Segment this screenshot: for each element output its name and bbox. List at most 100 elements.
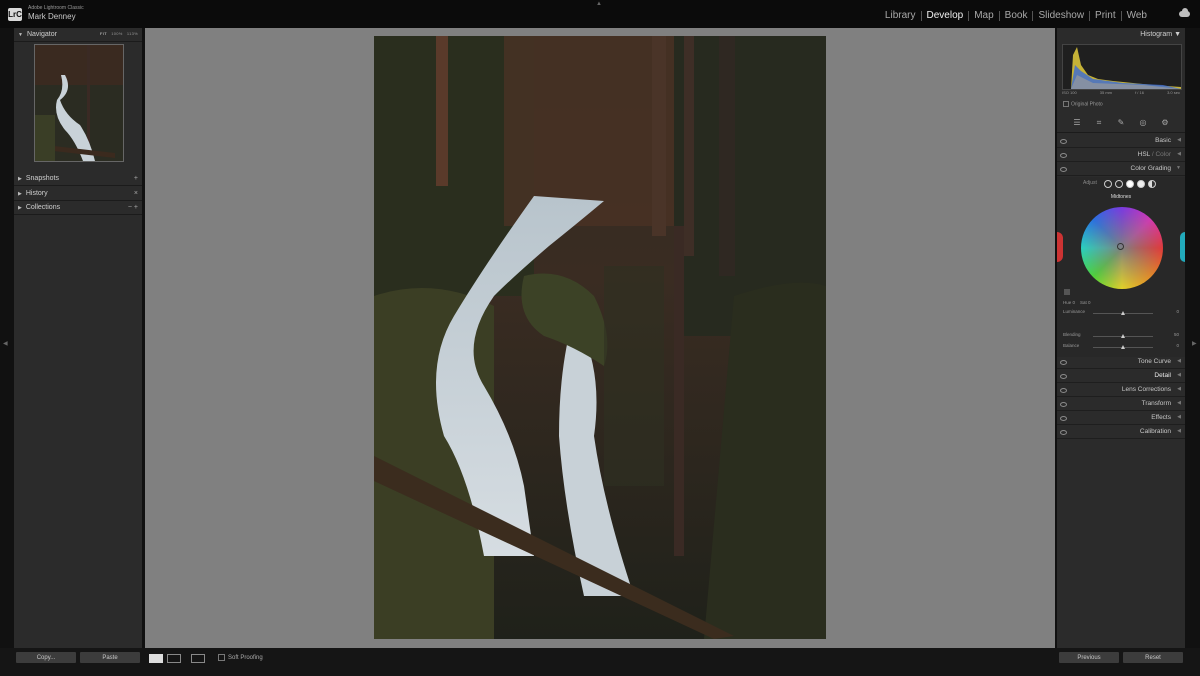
- clear-history-icon[interactable]: ×: [134, 190, 138, 197]
- color-grading-section[interactable]: Color Grading ▼: [1057, 162, 1185, 176]
- module-picker: Library Develop Map Book Slideshow Print…: [880, 11, 1152, 21]
- soft-proofing-checkbox[interactable]: Soft Proofing: [218, 654, 263, 661]
- balance-slider[interactable]: Balance 0: [1063, 343, 1179, 351]
- effects-section[interactable]: Effects ◀: [1057, 411, 1185, 425]
- section-arrow-icon: ◀: [1177, 386, 1181, 392]
- basic-label: Basic: [1155, 137, 1171, 144]
- healing-icon[interactable]: ✎: [1117, 119, 1125, 127]
- aperture: f / 16: [1135, 90, 1144, 95]
- color-text[interactable]: Color: [1155, 151, 1171, 158]
- collections-header[interactable]: ▶ Collections − +: [14, 201, 142, 215]
- identity-plate: LrC Adobe Lightroom Classic Mark Denney …: [0, 0, 1200, 28]
- eye-icon[interactable]: [1060, 167, 1067, 172]
- blending-value[interactable]: 50: [1174, 332, 1179, 337]
- lens-corrections-section[interactable]: Lens Corrections ◀: [1057, 383, 1185, 397]
- previous-button[interactable]: Previous: [1059, 652, 1119, 663]
- global-icon[interactable]: [1148, 180, 1156, 188]
- module-book[interactable]: Book: [998, 11, 1033, 21]
- navigator-preview[interactable]: [34, 44, 124, 162]
- module-develop[interactable]: Develop: [920, 11, 969, 21]
- blending-slider[interactable]: Blending 50: [1063, 332, 1179, 340]
- copy-button[interactable]: Copy...: [16, 652, 76, 663]
- module-slideshow[interactable]: Slideshow: [1032, 11, 1089, 21]
- histogram-header[interactable]: Histogram ▼: [1057, 28, 1185, 41]
- eye-icon[interactable]: [1060, 430, 1067, 435]
- collapse-triangle-icon: ▶: [18, 190, 22, 197]
- transform-section[interactable]: Transform ◀: [1057, 397, 1185, 411]
- navigator-header[interactable]: ▼ Navigator FIT 100% 113%: [14, 28, 142, 42]
- slider-knob[interactable]: [1121, 311, 1125, 315]
- detail-section[interactable]: Detail ◀: [1057, 369, 1185, 383]
- eye-icon[interactable]: [1060, 388, 1067, 393]
- before-after-view-icon[interactable]: [167, 654, 181, 663]
- red-eye-icon[interactable]: ◎: [1139, 119, 1147, 127]
- basic-section[interactable]: Basic ◀: [1057, 134, 1185, 148]
- expand-triangle-icon: ▼: [18, 31, 23, 38]
- eye-icon[interactable]: [1060, 402, 1067, 407]
- focal-length: 35 mm: [1099, 90, 1112, 95]
- module-library[interactable]: Library: [880, 11, 921, 21]
- transform-label: Transform: [1141, 400, 1171, 407]
- tool-strip: ☰ ⌗ ✎ ◎ ⚙: [1057, 114, 1185, 133]
- collapse-triangle-icon: ▶: [18, 175, 22, 182]
- collapse-left-arrow-icon[interactable]: ◀: [3, 340, 8, 347]
- collapse-top-arrow-icon[interactable]: ▲: [596, 1, 602, 7]
- history-header[interactable]: ▶ History ×: [14, 187, 142, 201]
- balance-value[interactable]: 0: [1176, 343, 1179, 348]
- wheel-handle[interactable]: [1117, 243, 1124, 250]
- slider-knob[interactable]: [1121, 345, 1125, 349]
- slider-knob[interactable]: [1121, 334, 1125, 338]
- collapse-right-arrow-icon[interactable]: ▶: [1192, 340, 1197, 347]
- calibration-section[interactable]: Calibration ◀: [1057, 425, 1185, 439]
- add-snapshot-icon[interactable]: +: [134, 175, 138, 182]
- app-name: Adobe Lightroom Classic: [28, 5, 84, 11]
- image-canvas[interactable]: [145, 28, 1055, 648]
- navigator-zoom: FIT 100% 113%: [100, 31, 138, 36]
- crop-icon[interactable]: ⌗: [1095, 119, 1103, 127]
- midtones-title: Midtones: [1110, 194, 1132, 200]
- zoom-100[interactable]: 100%: [111, 31, 122, 36]
- snapshots-header[interactable]: ▶ Snapshots +: [14, 172, 142, 186]
- midtones-icon[interactable]: [1126, 180, 1134, 188]
- eye-icon[interactable]: [1060, 374, 1067, 379]
- left-panel: ▼ Navigator FIT 100% 113% ▶ Snapshots + …: [14, 28, 142, 648]
- eye-icon[interactable]: [1060, 153, 1067, 158]
- module-print[interactable]: Print: [1089, 11, 1121, 21]
- balance-label: Balance: [1063, 343, 1080, 348]
- hsl-text[interactable]: HSL: [1138, 151, 1150, 158]
- main-photo[interactable]: [374, 36, 826, 639]
- module-map[interactable]: Map: [968, 11, 998, 21]
- paste-button[interactable]: Paste: [80, 652, 140, 663]
- three-way-icon[interactable]: [1104, 180, 1112, 188]
- color-swatch[interactable]: [1064, 289, 1070, 295]
- eye-icon[interactable]: [1060, 360, 1067, 365]
- color-grading-panel: Adjust Midtones Hue 0 Sat 0 Luminance 0 …: [1057, 177, 1185, 357]
- reset-button[interactable]: Reset: [1123, 652, 1183, 663]
- color-grading-label: Color Grading: [1130, 165, 1171, 172]
- zoom-113[interactable]: 113%: [127, 31, 138, 36]
- eye-icon[interactable]: [1060, 416, 1067, 421]
- histogram[interactable]: [1062, 44, 1182, 90]
- add-collection-icon[interactable]: − +: [128, 204, 138, 211]
- shutter: 3.0 sec: [1167, 90, 1180, 95]
- section-arrow-icon: ◀: [1177, 372, 1181, 378]
- zoom-fit[interactable]: FIT: [100, 31, 107, 36]
- shadows-icon[interactable]: [1115, 180, 1123, 188]
- cloud-sync-icon[interactable]: [1179, 8, 1190, 17]
- module-web[interactable]: Web: [1120, 11, 1152, 21]
- luminance-value[interactable]: 0: [1176, 309, 1179, 314]
- eye-icon[interactable]: [1060, 139, 1067, 144]
- tone-curve-section[interactable]: Tone Curve ◀: [1057, 355, 1185, 369]
- section-arrow-icon: ◀: [1177, 137, 1181, 143]
- masking-icon[interactable]: ⚙: [1161, 119, 1169, 127]
- highlights-icon[interactable]: [1137, 180, 1145, 188]
- original-photo-checkbox[interactable]: Original Photo: [1063, 101, 1103, 107]
- edit-sliders-icon[interactable]: ☰: [1073, 119, 1081, 127]
- right-panel: Histogram ▼ ISO 100 35 mm f / 16 3.0 sec…: [1057, 28, 1185, 648]
- hsl-section[interactable]: HSL / Color ◀: [1057, 148, 1185, 162]
- navigator-title: Navigator: [26, 31, 57, 38]
- blending-label: Blending: [1063, 332, 1081, 337]
- loupe-view-icon[interactable]: [149, 654, 163, 663]
- luminance-slider[interactable]: Luminance 0: [1063, 309, 1179, 317]
- before-after-split-icon[interactable]: [191, 654, 205, 663]
